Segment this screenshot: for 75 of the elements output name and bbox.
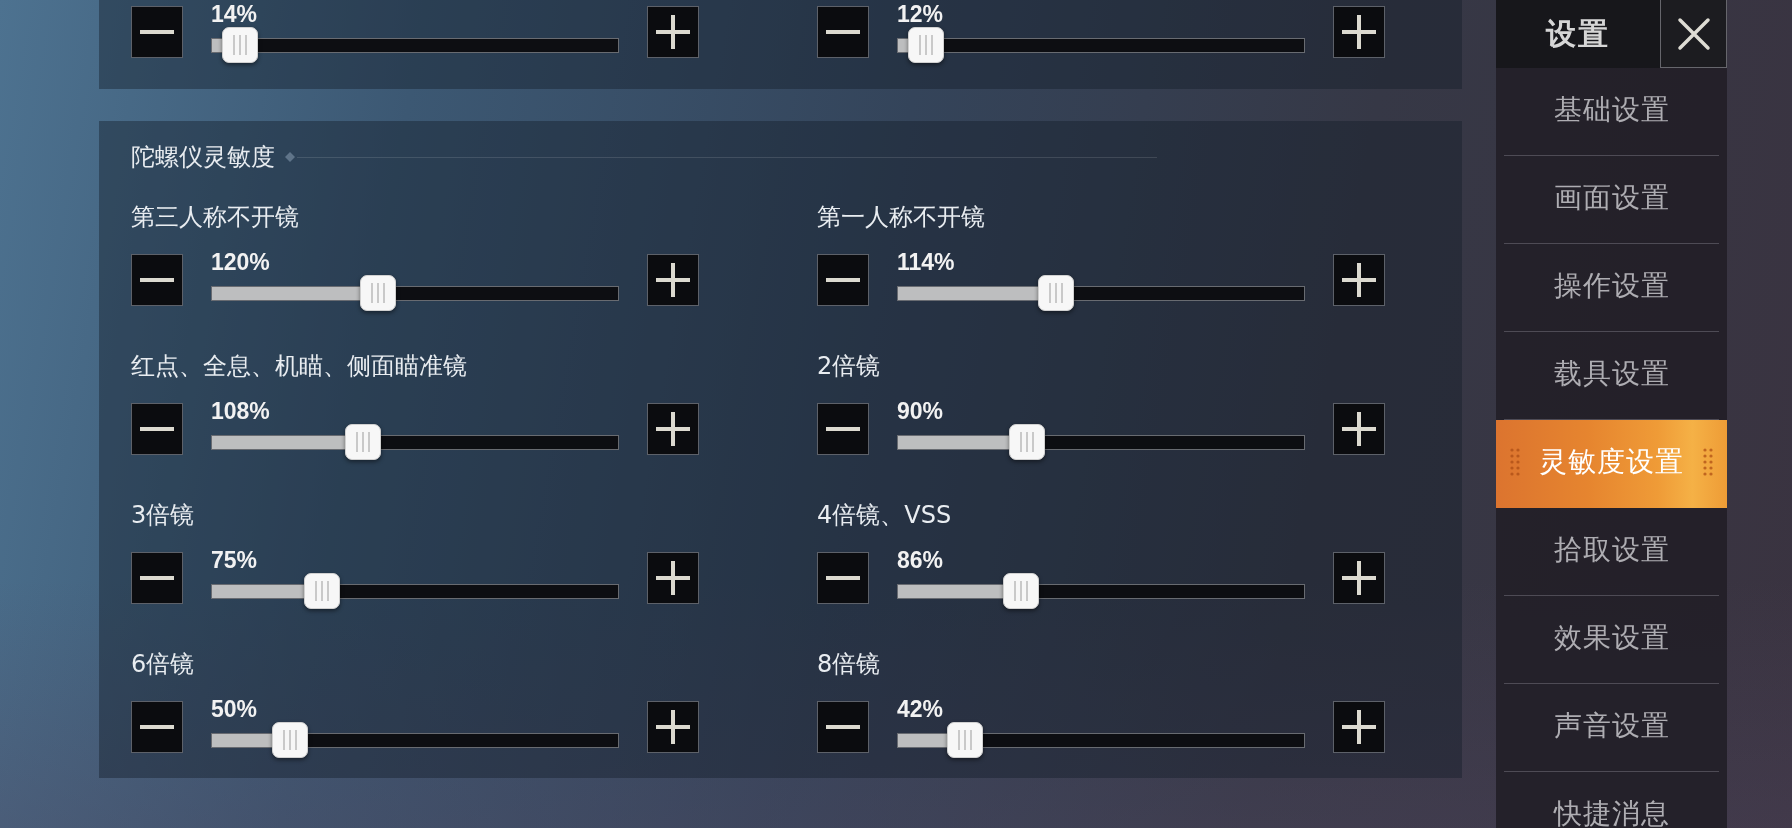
sidebar-title: 设置 xyxy=(1544,15,1611,53)
plus-icon xyxy=(1342,15,1376,49)
slider-label: 3倍镜 xyxy=(131,501,196,529)
minus-icon xyxy=(140,30,174,34)
plus-icon xyxy=(1342,412,1376,446)
slider-label: 2倍镜 xyxy=(817,352,882,380)
slider-thumb[interactable] xyxy=(359,275,396,311)
minus-icon xyxy=(826,30,860,34)
plus-icon xyxy=(1342,710,1376,744)
plus-icon xyxy=(656,412,690,446)
decrease-button[interactable] xyxy=(131,6,183,58)
plus-icon xyxy=(656,15,690,49)
close-button[interactable] xyxy=(1660,0,1727,68)
slider-label: 8倍镜 xyxy=(817,650,882,678)
slider-value: 90% xyxy=(897,399,944,423)
increase-button[interactable] xyxy=(1333,254,1385,306)
slider-thumb[interactable] xyxy=(1003,573,1039,609)
increase-button[interactable] xyxy=(647,254,699,306)
decrease-button[interactable] xyxy=(817,254,869,306)
slider-thumb[interactable] xyxy=(222,27,259,63)
increase-button[interactable] xyxy=(1333,403,1385,455)
slider-value: 42% xyxy=(897,697,944,721)
slider-label: 4倍镜、VSS xyxy=(817,501,953,529)
slider-value: 12% xyxy=(897,2,944,26)
increase-button[interactable] xyxy=(1333,6,1385,58)
increase-button[interactable] xyxy=(647,6,699,58)
minus-icon xyxy=(140,576,174,580)
minus-icon xyxy=(140,725,174,729)
minus-icon xyxy=(140,427,174,431)
minus-icon xyxy=(826,576,860,580)
minus-icon xyxy=(826,427,860,431)
slider-value: 50% xyxy=(211,697,258,721)
minus-icon xyxy=(826,725,860,729)
section-title: 陀螺仪灵敏度 xyxy=(131,143,275,171)
slider-thumb[interactable] xyxy=(344,424,381,460)
close-icon xyxy=(1676,16,1711,51)
slider-thumb[interactable] xyxy=(908,27,945,63)
increase-button[interactable] xyxy=(1333,552,1385,604)
decrease-button[interactable] xyxy=(131,403,183,455)
slider-label: 红点、全息、机瞄、侧面瞄准镜 xyxy=(131,352,468,380)
slider-thumb[interactable] xyxy=(946,722,983,758)
grip-dots-icon xyxy=(1703,447,1713,477)
slider-label: 6倍镜 xyxy=(131,650,196,678)
decrease-button[interactable] xyxy=(817,403,869,455)
plus-icon xyxy=(656,710,690,744)
slider-value: 114% xyxy=(897,250,955,274)
increase-button[interactable] xyxy=(1333,701,1385,753)
slider-thumb[interactable] xyxy=(1008,424,1045,460)
slider-label: 第一人称不开镜 xyxy=(817,203,986,231)
decrease-button[interactable] xyxy=(817,701,869,753)
minus-icon xyxy=(140,278,174,282)
increase-button[interactable] xyxy=(647,552,699,604)
decrease-button[interactable] xyxy=(817,552,869,604)
plus-icon xyxy=(656,263,690,297)
slider-value: 120% xyxy=(211,250,270,274)
slider-value: 86% xyxy=(897,548,944,572)
slider-value: 14% xyxy=(211,2,258,26)
decrease-button[interactable] xyxy=(131,701,183,753)
minus-icon xyxy=(826,278,860,282)
plus-icon xyxy=(1342,561,1376,595)
slider-thumb[interactable] xyxy=(272,722,309,758)
increase-button[interactable] xyxy=(647,403,699,455)
decrease-button[interactable] xyxy=(131,254,183,306)
decrease-button[interactable] xyxy=(131,552,183,604)
diamond-icon xyxy=(285,152,295,162)
plus-icon xyxy=(656,561,690,595)
slider-value: 108% xyxy=(211,399,270,423)
grip-dots-icon xyxy=(1510,447,1520,477)
decrease-button[interactable] xyxy=(817,6,869,58)
slider-label: 第三人称不开镜 xyxy=(131,203,300,231)
slider-thumb[interactable] xyxy=(304,573,340,609)
increase-button[interactable] xyxy=(647,701,699,753)
slider-value: 75% xyxy=(211,548,258,572)
slider-thumb[interactable] xyxy=(1038,275,1075,311)
plus-icon xyxy=(1342,263,1376,297)
